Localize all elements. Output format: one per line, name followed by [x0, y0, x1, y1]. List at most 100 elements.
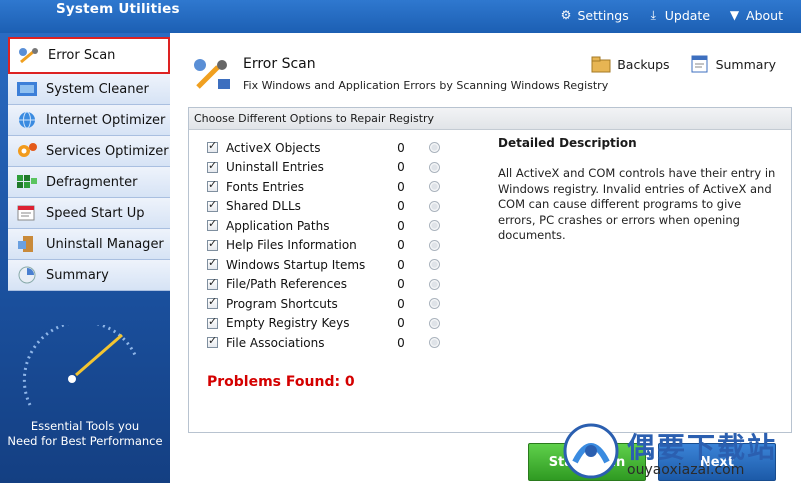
option-label: Windows Startup Items: [226, 257, 366, 272]
download-icon: ⤓: [650, 8, 656, 22]
sidebar-item-speed-start-up[interactable]: Speed Start Up: [8, 198, 170, 229]
option-label: Uninstall Entries: [226, 160, 324, 175]
option-checkbox[interactable]: [207, 237, 218, 251]
gear-icon: ⚙: [560, 8, 572, 22]
option-label: Help Files Information: [226, 238, 357, 253]
wrench-icon: [16, 45, 42, 67]
list-item: ActiveX Objects 0: [207, 138, 440, 158]
start-scan-button[interactable]: Start Scan: [528, 443, 646, 481]
list-item: File Associations 0: [207, 333, 440, 353]
sidebar-item-summary[interactable]: Summary: [8, 260, 170, 291]
problems-found: Problems Found: 0: [207, 374, 355, 390]
sidebar-item-label: System Cleaner: [46, 81, 149, 97]
option-checkbox[interactable]: [207, 276, 218, 290]
sidebar-menu: Error Scan System Cleaner Internet Optim…: [8, 37, 170, 291]
settings-link[interactable]: ⚙ Settings: [559, 8, 629, 23]
sidebar-item-label: Uninstall Manager: [46, 236, 164, 252]
update-label: Update: [664, 8, 711, 23]
list-item: Uninstall Entries 0: [207, 158, 440, 178]
next-button[interactable]: Next: [658, 443, 776, 481]
wrench-icon: [194, 59, 230, 89]
option-detail-radio[interactable]: [429, 239, 440, 251]
app-title: System Utilities: [56, 1, 180, 17]
sidebar: Error Scan System Cleaner Internet Optim…: [0, 33, 170, 483]
option-label: File/Path References: [226, 277, 347, 292]
sidebar-item-error-scan[interactable]: Error Scan: [8, 37, 170, 74]
summary-icon: [14, 264, 40, 286]
top-nav: ⚙ Settings ⤓ Update ▼ About: [559, 8, 783, 23]
option-checkbox[interactable]: [207, 139, 218, 154]
option-label: Application Paths: [226, 218, 330, 233]
option-checkbox[interactable]: [207, 159, 218, 173]
option-count: 0: [397, 140, 405, 155]
sidebar-item-label: Defragmenter: [46, 174, 138, 190]
sidebar-item-internet-optimizer[interactable]: Internet Optimizer: [8, 105, 170, 136]
option-detail-radio[interactable]: [429, 337, 440, 349]
page-actions: Backups Summary: [591, 55, 776, 73]
description-title: Detailed Description: [498, 136, 637, 150]
page-subtitle: Fix Windows and Application Errors by Sc…: [243, 79, 609, 92]
sidebar-item-uninstall-manager[interactable]: Uninstall Manager: [8, 229, 170, 260]
sidebar-item-label: Speed Start Up: [46, 205, 145, 221]
option-detail-radio[interactable]: [429, 181, 440, 193]
sidebar-item-label: Summary: [46, 267, 109, 283]
option-detail-radio[interactable]: [429, 220, 440, 232]
sidebar-item-system-cleaner[interactable]: System Cleaner: [8, 74, 170, 105]
option-detail-radio[interactable]: [429, 278, 440, 290]
option-detail-radio[interactable]: [429, 259, 440, 271]
list-item: Application Paths 0: [207, 216, 440, 236]
option-checkbox[interactable]: [207, 334, 218, 349]
registry-options-panel: Choose Different Options to Repair Regis…: [188, 107, 792, 433]
option-checkbox[interactable]: [207, 217, 218, 232]
summary-doc-icon: [691, 55, 708, 73]
options-list: ActiveX Objects 0 Uninstall Entries 0 Font…: [207, 138, 440, 353]
sidebar-item-services-optimizer[interactable]: Services Optimizer: [8, 136, 170, 167]
option-label: ActiveX Objects: [226, 140, 321, 155]
backups-button[interactable]: Backups: [591, 55, 670, 73]
option-checkbox[interactable]: [207, 295, 218, 310]
option-checkbox[interactable]: [207, 256, 218, 271]
option-detail-radio[interactable]: [429, 298, 440, 310]
option-label: Empty Registry Keys: [226, 316, 350, 331]
about-link[interactable]: ▼ About: [728, 8, 783, 23]
about-label: About: [746, 8, 783, 23]
summary-label: Summary: [715, 56, 776, 72]
option-checkbox[interactable]: [207, 198, 218, 212]
option-detail-radio[interactable]: [429, 161, 440, 173]
update-link[interactable]: ⤓ Update: [647, 8, 710, 23]
list-item: Program Shortcuts 0: [207, 294, 440, 314]
list-item: Fonts Entries 0: [207, 177, 440, 197]
list-item: Windows Startup Items 0: [207, 255, 440, 275]
uninstall-icon: [14, 233, 40, 255]
startup-icon: [14, 202, 40, 224]
sidebar-item-label: Error Scan: [48, 48, 116, 63]
settings-label: Settings: [577, 8, 629, 23]
summary-button[interactable]: Summary: [690, 55, 776, 73]
option-label: Fonts Entries: [226, 179, 304, 194]
option-count: 0: [397, 179, 405, 194]
option-checkbox[interactable]: [207, 315, 218, 329]
sidebar-item-defragmenter[interactable]: Defragmenter: [8, 167, 170, 198]
page-title: Error Scan: [243, 56, 316, 72]
backup-icon: [591, 56, 611, 73]
title-bar: System Utilities ⚙ Settings ⤓ Update ▼ A…: [0, 0, 801, 33]
option-detail-radio[interactable]: [429, 317, 440, 329]
cleaner-icon: [14, 78, 40, 100]
performance-gauge-icon: [22, 325, 137, 406]
option-detail-radio[interactable]: [429, 142, 440, 154]
option-count: 0: [397, 238, 405, 253]
backups-label: Backups: [617, 56, 670, 72]
list-item: Empty Registry Keys 0: [207, 314, 440, 334]
tagline-line-2: Need for Best Performance: [7, 434, 163, 448]
option-label: File Associations: [226, 335, 325, 350]
option-count: 0: [397, 296, 405, 311]
sidebar-item-label: Internet Optimizer: [46, 112, 166, 128]
option-count: 0: [397, 257, 405, 272]
globe-icon: [14, 109, 40, 131]
option-checkbox[interactable]: [207, 178, 218, 193]
list-item: Help Files Information 0: [207, 236, 440, 256]
sidebar-item-label: Services Optimizer: [46, 143, 169, 159]
description-panel: Detailed Description All ActiveX and COM…: [498, 136, 778, 244]
sidebar-tagline: Essential Tools you Need for Best Perfor…: [0, 419, 170, 449]
option-detail-radio[interactable]: [429, 200, 440, 212]
